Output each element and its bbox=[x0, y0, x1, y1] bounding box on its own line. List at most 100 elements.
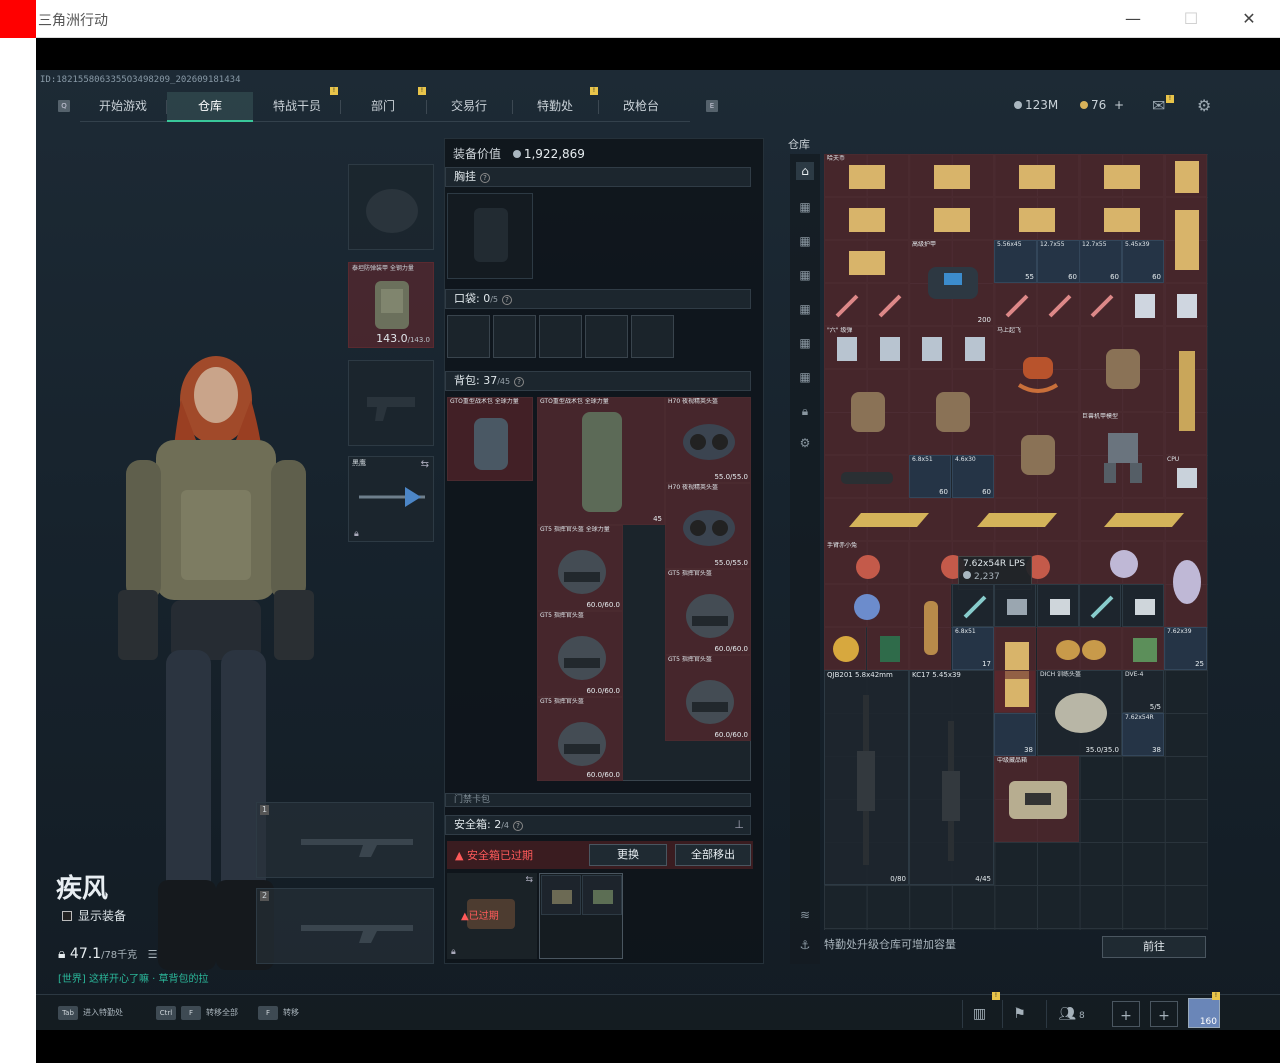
storage-page-5-icon[interactable]: ▦ bbox=[796, 334, 814, 352]
storage-page-6-icon[interactable]: ▦ bbox=[796, 368, 814, 386]
storage-item-money-9[interactable] bbox=[824, 240, 909, 283]
storage-item-syringe-1[interactable] bbox=[824, 283, 867, 326]
replace-safe-button[interactable]: 更换 bbox=[589, 844, 667, 866]
add-party-slot-1[interactable]: + bbox=[1112, 1001, 1140, 1027]
close-button[interactable]: ✕ bbox=[1226, 6, 1272, 32]
storage-item-ammo-46[interactable]: 4.6x30 60 bbox=[952, 455, 994, 498]
storage-item-rifle-qjb201[interactable]: QJB201 5.8x42mm 0/80 bbox=[824, 670, 909, 885]
backpack-item-nvg-helmet-1[interactable]: H70 夜视精英头盔 55.0/55.0 bbox=[665, 397, 751, 483]
storage-item-glove-4[interactable] bbox=[994, 412, 1079, 498]
storage-item-document-4[interactable] bbox=[994, 670, 1036, 713]
storage-item-ammo-545[interactable]: 5.45x39 60 bbox=[1122, 240, 1164, 283]
storage-item-scope[interactable] bbox=[824, 455, 909, 498]
storage-item-money-4[interactable] bbox=[1079, 154, 1164, 197]
tab-department[interactable]: 部门 bbox=[340, 92, 426, 122]
tab-start-game[interactable]: 开始游戏 bbox=[80, 92, 166, 122]
storage-item-money-2[interactable] bbox=[909, 154, 994, 197]
storage-item-glove-3[interactable] bbox=[909, 369, 994, 455]
storage-item-ammo-762x54-b[interactable]: 7.62x54R 38 bbox=[1122, 713, 1164, 756]
storage-item-syringe-4[interactable] bbox=[1037, 283, 1080, 326]
pocket-cell-5[interactable] bbox=[631, 315, 674, 358]
safe-help-icon[interactable]: ? bbox=[513, 821, 524, 831]
storage-item-ammo-68[interactable]: 6.8x51 60 bbox=[909, 455, 951, 498]
storage-item-coin[interactable] bbox=[824, 627, 866, 670]
storage-item-mech-model[interactable]: 巨兽机甲模型 bbox=[1079, 412, 1164, 498]
backpack-item-gt5-helmet-2[interactable]: GT5 指挥官头盔 60.0/60.0 bbox=[665, 569, 751, 655]
storage-item-money-6[interactable] bbox=[909, 197, 994, 240]
storage-item-document-2[interactable] bbox=[1164, 197, 1207, 283]
storage-item-circuit[interactable] bbox=[1122, 627, 1164, 670]
storage-item-plush-2[interactable] bbox=[1164, 541, 1207, 627]
pistol-slot[interactable] bbox=[348, 360, 434, 446]
tab-special-ops[interactable]: 特勤处 bbox=[512, 92, 598, 122]
backpack-item-nvg-helmet-2[interactable]: H70 夜视精英头盔 55.0/55.0 bbox=[665, 483, 751, 569]
pocket-cell-1[interactable] bbox=[447, 315, 490, 358]
storage-item-syringe-5[interactable] bbox=[1079, 283, 1122, 326]
storage-item-glove-2[interactable] bbox=[824, 369, 909, 455]
storage-item-plate[interactable] bbox=[994, 584, 1036, 627]
help-icon[interactable]: ? bbox=[480, 173, 490, 183]
storage-item-syringe-3[interactable] bbox=[994, 283, 1037, 326]
armor-slot[interactable]: 泰坦防弹装甲 全钢力量 143.0/143.0 bbox=[348, 262, 434, 348]
storage-item-rifle-kc17[interactable]: KC17 5.45x39 4/45 bbox=[909, 670, 994, 885]
maximize-button[interactable]: ☐ bbox=[1168, 6, 1214, 32]
list-icon[interactable]: ☰ bbox=[148, 948, 158, 961]
flag-icon[interactable]: ⚑ bbox=[1002, 1000, 1036, 1028]
storage-item-medkit-1[interactable] bbox=[1122, 283, 1164, 326]
storage-item-glasses[interactable] bbox=[1037, 627, 1122, 670]
backpack-equipped[interactable]: GTO重型战术包 全球力量 bbox=[447, 397, 533, 481]
storage-item-money-8[interactable] bbox=[1079, 197, 1164, 240]
storage-item-gold-3[interactable] bbox=[1079, 498, 1207, 541]
storage-page-2-icon[interactable]: ▦ bbox=[796, 232, 814, 250]
storage-item-card-1[interactable]: "六" 级弹 bbox=[824, 326, 867, 369]
tab-trade[interactable]: 交易行 bbox=[426, 92, 512, 122]
storage-item-syringe-7[interactable] bbox=[1079, 584, 1121, 627]
storage-item-money-5[interactable] bbox=[824, 197, 909, 240]
storage-item-card-3[interactable] bbox=[909, 326, 952, 369]
storage-home-icon[interactable]: ⌂ bbox=[796, 162, 814, 180]
add-currency-button[interactable]: + bbox=[1114, 98, 1124, 112]
storage-item-syringe-6[interactable] bbox=[952, 584, 994, 627]
helmet-slot[interactable] bbox=[348, 164, 434, 250]
backpack-item-gt5-helmet-4[interactable]: GT5 指挥官头盔 60.0/60.0 bbox=[665, 655, 751, 741]
backpack-item-gt5-helmet-1[interactable]: GT5 指挥官头盔 全球力量 60.0/60.0 bbox=[537, 525, 623, 611]
storage-item-money-7[interactable] bbox=[994, 197, 1079, 240]
storage-item-figure-1[interactable]: 手臂赤小兔 bbox=[824, 541, 909, 584]
storage-item-money-1[interactable]: 哈夫币 bbox=[824, 154, 909, 197]
pocket-cell-4[interactable] bbox=[585, 315, 628, 358]
swap-icon[interactable]: ⇆ bbox=[421, 459, 429, 470]
storage-item-figure-4[interactable] bbox=[824, 584, 909, 627]
storage-item-statue[interactable] bbox=[909, 584, 951, 670]
storage-item-gold-2[interactable] bbox=[952, 498, 1079, 541]
tab-gunsmith[interactable]: 改枪台 bbox=[598, 92, 684, 122]
storage-item-document[interactable] bbox=[1164, 154, 1207, 197]
storage-item-collection-case[interactable]: 中级藏品箱 bbox=[994, 756, 1079, 842]
safe-box-slot[interactable]: ▲已过期 ⇆ 🔒︎ bbox=[447, 873, 537, 959]
backpack-item-gt5-helmet-5[interactable]: GT5 指挥官头盔 60.0/60.0 bbox=[537, 697, 623, 781]
storage-item-syringe-2[interactable] bbox=[867, 283, 909, 326]
storage-item-ammo-762x39[interactable]: 7.62x39 25 bbox=[1164, 627, 1207, 670]
player-avatar[interactable]: 160 bbox=[1188, 998, 1220, 1028]
storage-item-card-4[interactable] bbox=[952, 326, 994, 369]
storage-item-dve4[interactable]: DVE-4 5/5 bbox=[1122, 670, 1164, 713]
storage-item-armor-bag[interactable]: 高级护甲 200 bbox=[909, 240, 994, 326]
storage-item-glove-1[interactable] bbox=[1079, 326, 1164, 412]
pocket-cell-3[interactable] bbox=[539, 315, 582, 358]
storage-item-money-3[interactable] bbox=[994, 154, 1079, 197]
storage-item-ammo-127-a[interactable]: 12.7x55 60 bbox=[1037, 240, 1080, 283]
storage-item-ammo-556[interactable]: 5.56x45 55 bbox=[994, 240, 1037, 283]
remove-all-button[interactable]: 全部移出 bbox=[675, 844, 751, 866]
storage-page-4-icon[interactable]: ▦ bbox=[796, 300, 814, 318]
storage-page-1-icon[interactable]: ▦ bbox=[796, 198, 814, 216]
backpack-help-icon[interactable]: ? bbox=[514, 377, 525, 387]
safe-item-ammo-2[interactable] bbox=[582, 875, 622, 915]
nav-prev-key[interactable]: Q bbox=[58, 100, 70, 112]
pocket-cell-2[interactable] bbox=[493, 315, 536, 358]
storage-item-trophy[interactable] bbox=[1164, 326, 1207, 455]
storage-item-gold-1[interactable] bbox=[824, 498, 952, 541]
storage-page-3-icon[interactable]: ▦ bbox=[796, 266, 814, 284]
melee-slot[interactable]: 黑鹰 ⇆ 🔒︎ bbox=[348, 456, 434, 542]
storage-settings-icon[interactable]: ⚙ bbox=[796, 434, 814, 452]
safe-item-ammo-1[interactable] bbox=[541, 875, 581, 915]
storage-item-plush-1[interactable] bbox=[1079, 541, 1164, 584]
